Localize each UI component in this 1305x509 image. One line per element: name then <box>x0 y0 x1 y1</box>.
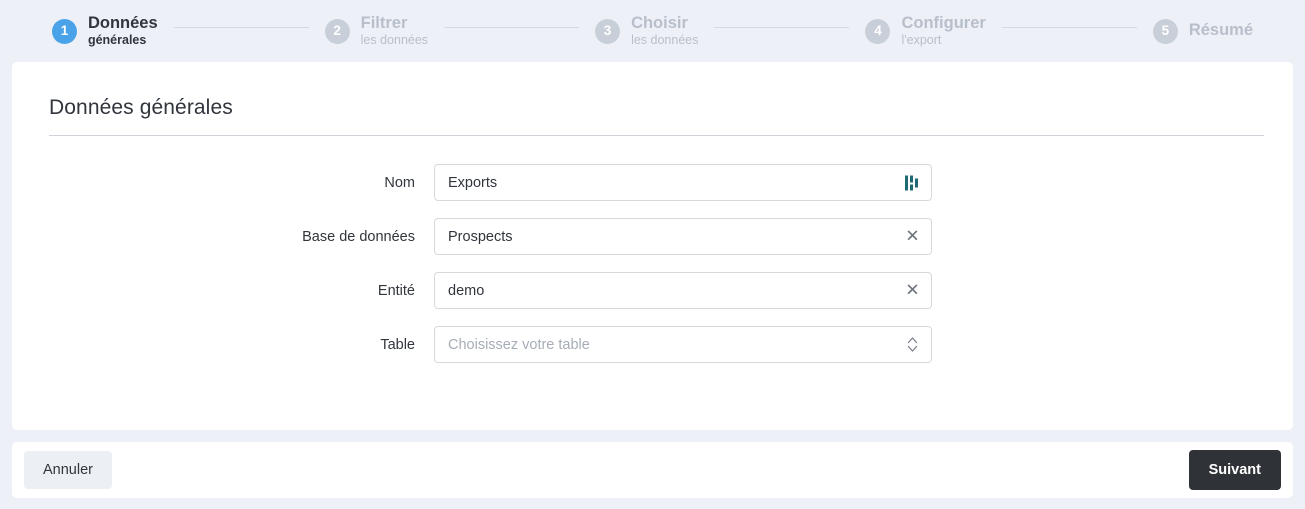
label-nom: Nom <box>384 174 415 191</box>
form-row-entite: Entité ✕ <box>37 272 1268 309</box>
base-de-donnees-input[interactable] <box>434 218 932 255</box>
form-row-table: Table <box>37 326 1268 363</box>
wizard-footer: Annuler Suivant <box>12 442 1293 498</box>
step-2-labels: Filtrer les données <box>361 14 428 48</box>
label-base-de-donnees: Base de données <box>302 228 415 245</box>
step-2-badge: 2 <box>324 18 350 44</box>
cancel-button[interactable]: Annuler <box>24 450 112 490</box>
label-entite: Entité <box>377 282 415 299</box>
wizard-stepper: 1 Données générales 2 Filtrer les donnée… <box>0 0 1305 62</box>
entite-input[interactable] <box>434 272 932 309</box>
clear-icon-entite[interactable]: ✕ <box>904 281 921 300</box>
step-1-donnees-generales[interactable]: 1 Données générales <box>51 14 158 48</box>
step-1-title: Données <box>87 13 158 32</box>
step-2-filtrer[interactable]: 2 Filtrer les données <box>324 14 428 48</box>
step-3-subtitle: les données <box>631 33 699 48</box>
step-4-subtitle: l'export <box>901 33 942 48</box>
step-connector-2-3 <box>444 26 580 28</box>
step-4-badge: 4 <box>865 18 891 44</box>
step-1-badge: 1 <box>51 18 77 44</box>
step-1-labels: Données générales <box>88 14 158 48</box>
step-3-labels: Choisir les données <box>631 14 698 48</box>
close-icon: ✕ <box>905 280 920 300</box>
step-connector-1-2 <box>173 26 309 28</box>
close-icon: ✕ <box>905 226 920 246</box>
step-4-configurer[interactable]: 4 Configurer l'export <box>865 14 986 48</box>
step-4-labels: Configurer l'export <box>901 14 985 48</box>
step-5-labels: Résumé <box>1189 21 1253 40</box>
page-title: Données générales <box>49 96 233 119</box>
field-wrap-entite: ✕ <box>434 272 932 309</box>
step-3-title: Choisir <box>631 13 688 32</box>
step-2-subtitle: les données <box>360 33 429 48</box>
general-data-card: Données générales Nom Base de données <box>12 62 1293 430</box>
step-5-resume[interactable]: 5 Résumé <box>1152 18 1253 44</box>
nom-input[interactable] <box>434 164 932 201</box>
step-5-title: Résumé <box>1188 21 1254 40</box>
step-5-badge: 5 <box>1152 18 1178 44</box>
step-3-choisir[interactable]: 3 Choisir les données <box>595 14 698 48</box>
step-4-title: Configurer <box>901 13 986 32</box>
bar-chart-icon[interactable] <box>904 173 921 192</box>
chevron-up-down-icon[interactable] <box>904 335 921 354</box>
general-data-form: Nom Base de données ✕ <box>37 136 1268 363</box>
step-3-badge: 3 <box>595 18 621 44</box>
next-button[interactable]: Suivant <box>1188 449 1281 491</box>
step-2-title: Filtrer <box>360 13 408 32</box>
table-select-input[interactable] <box>434 326 932 363</box>
field-wrap-nom <box>434 164 932 201</box>
chevron-up-down-glyph <box>907 337 918 353</box>
clear-icon-base-de-donnees[interactable]: ✕ <box>904 227 921 246</box>
step-1-subtitle: générales <box>87 33 147 48</box>
field-wrap-table <box>434 326 932 363</box>
form-row-nom: Nom <box>37 164 1268 201</box>
step-connector-4-5 <box>1001 26 1137 28</box>
step-connector-3-4 <box>714 26 850 28</box>
form-row-base-de-donnees: Base de données ✕ <box>37 218 1268 255</box>
label-table: Table <box>380 336 415 353</box>
field-wrap-base-de-donnees: ✕ <box>434 218 932 255</box>
